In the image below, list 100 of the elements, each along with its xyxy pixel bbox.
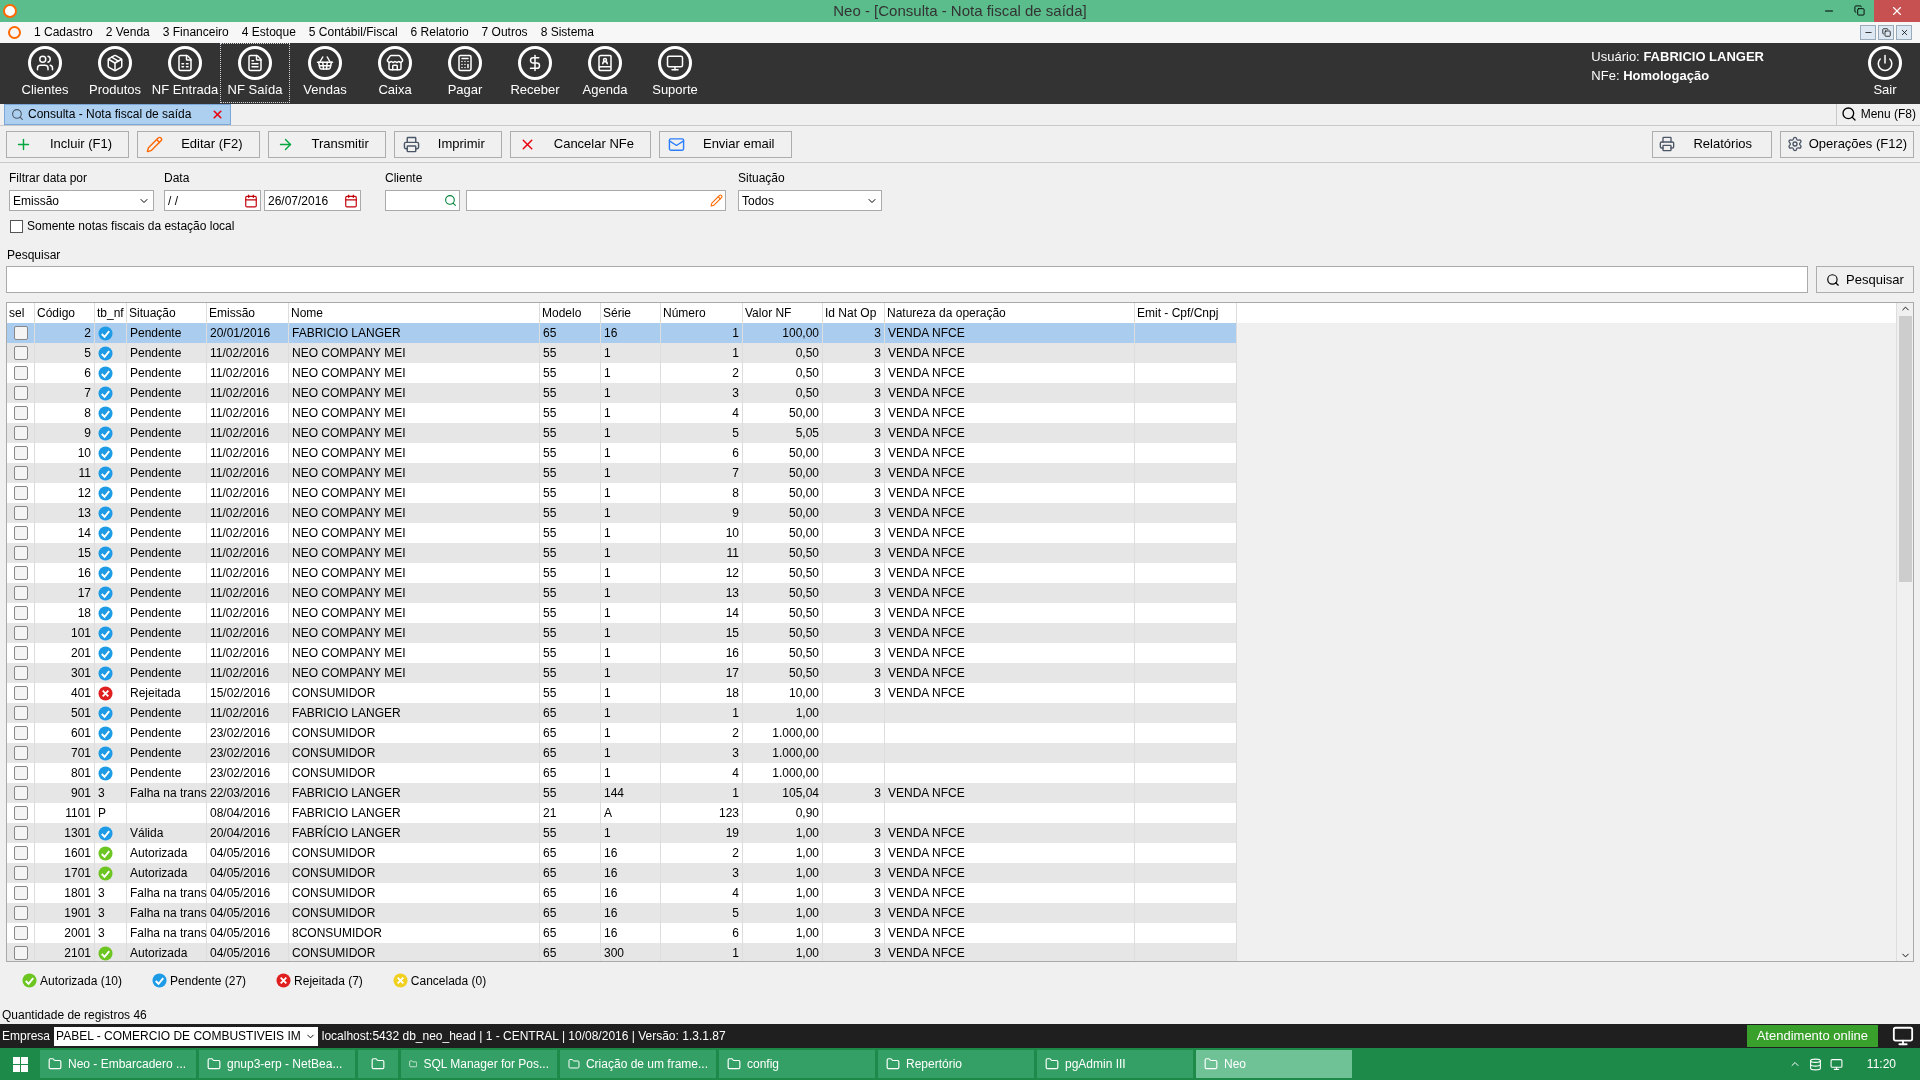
row-checkbox[interactable] (13, 546, 28, 561)
exit-button[interactable]: Sair (1860, 46, 1910, 100)
row-checkbox[interactable] (13, 666, 28, 681)
row-checkbox[interactable] (13, 466, 28, 481)
client-code-field[interactable] (385, 190, 460, 212)
menu-item[interactable]: 1 Cadastro (34, 23, 93, 42)
row-checkbox[interactable] (13, 706, 28, 721)
row-checkbox[interactable] (13, 826, 28, 841)
scrollbar-thumb[interactable] (1898, 316, 1912, 583)
date-field[interactable]: / / (164, 190, 261, 212)
table-row[interactable]: 5 Pendente 11/02/2016 NEO COMPANY MEI 55 1 1 0,50 3 VENDA NFCE (7, 343, 1237, 364)
table-row[interactable]: 201 Pendente 11/02/2016 NEO COMPANY MEI 55 1 16 50,50 3 VENDA NFCE (7, 643, 1237, 664)
table-row[interactable]: 501 Pendente 11/02/2016 FABRICIO LANGER 65 1 1 1,00 (7, 703, 1237, 724)
table-row[interactable]: 2 Pendente 20/01/2016 FABRICIO LANGER 65 16 1 100,00 3 VENDA NFCE (7, 323, 1237, 344)
row-checkbox[interactable] (13, 586, 28, 601)
table-row[interactable]: 10 Pendente 11/02/2016 NEO COMPANY MEI 55 1 6 50,00 3 VENDA NFCE (7, 443, 1237, 464)
table-row[interactable]: 11 Pendente 11/02/2016 NEO COMPANY MEI 55 1 7 50,00 3 VENDA NFCE (7, 463, 1237, 484)
row-checkbox[interactable] (13, 446, 28, 461)
scrollbar[interactable] (1896, 303, 1913, 961)
search-field[interactable] (6, 266, 1808, 294)
toolbar-button[interactable]: Suporte (640, 43, 710, 104)
table-row[interactable]: 1801 3 Falha na trans 04/05/2016 CONSUMIDOR 65 16 4 1,00 3 VENDA NFCE (7, 883, 1237, 904)
document-tab[interactable]: Consulta - Nota fiscal de saída (4, 103, 232, 125)
toolbar-button[interactable]: Produtos (80, 43, 150, 104)
action-button[interactable]: Operações (F12) (1779, 130, 1914, 158)
action-button[interactable]: Transmitir (267, 130, 386, 158)
table-row[interactable]: 8 Pendente 11/02/2016 NEO COMPANY MEI 55 1 4 50,00 3 VENDA NFCE (7, 403, 1237, 424)
toolbar-button[interactable]: Agenda (570, 43, 640, 104)
table-row[interactable]: 1101 P 08/04/2016 FABRICIO LANGER 21 A 123 0,90 (7, 803, 1237, 824)
toolbar-button[interactable]: Pagar (430, 43, 500, 104)
table-row[interactable]: 6 Pendente 11/02/2016 NEO COMPANY MEI 55 1 2 0,50 3 VENDA NFCE (7, 363, 1237, 384)
table-row[interactable]: 16 Pendente 11/02/2016 NEO COMPANY MEI 55 1 12 50,50 3 VENDA NFCE (7, 563, 1237, 584)
date-field[interactable]: 26/07/2016 (264, 190, 361, 212)
action-button[interactable]: Enviar email (658, 130, 792, 158)
table-row[interactable]: 18 Pendente 11/02/2016 NEO COMPANY MEI 55 1 14 50,50 3 VENDA NFCE (7, 603, 1237, 624)
action-button[interactable]: Editar (F2) (137, 130, 260, 158)
action-button[interactable]: Relatórios (1651, 130, 1772, 158)
table-row[interactable]: 1901 3 Falha na trans 04/05/2016 CONSUMIDOR 65 16 5 1,00 3 VENDA NFCE (7, 903, 1237, 924)
toolbar-button[interactable]: Clientes (10, 43, 80, 104)
taskbar-item[interactable] (358, 1050, 398, 1079)
row-checkbox[interactable] (13, 946, 28, 961)
row-checkbox[interactable] (13, 886, 28, 901)
toolbar-button[interactable]: Vendas (290, 43, 360, 104)
table-row[interactable]: 901 3 Falha na trans 22/03/2016 FABRICIO LANGER 55 144 1 105,04 3 VENDA NFCE (7, 783, 1237, 804)
row-checkbox[interactable] (13, 486, 28, 501)
row-checkbox[interactable] (13, 766, 28, 781)
table-row[interactable]: 12 Pendente 11/02/2016 NEO COMPANY MEI 55 1 8 50,00 3 VENDA NFCE (7, 483, 1237, 504)
row-checkbox[interactable] (13, 866, 28, 881)
row-checkbox[interactable] (13, 526, 28, 541)
table-row[interactable]: 14 Pendente 11/02/2016 NEO COMPANY MEI 55 1 10 50,00 3 VENDA NFCE (7, 523, 1237, 544)
row-checkbox[interactable] (13, 506, 28, 521)
row-checkbox[interactable] (13, 386, 28, 401)
table-row[interactable]: 15 Pendente 11/02/2016 NEO COMPANY MEI 55 1 11 50,50 3 VENDA NFCE (7, 543, 1237, 564)
table-row[interactable]: 13 Pendente 11/02/2016 NEO COMPANY MEI 55 1 9 50,00 3 VENDA NFCE (7, 503, 1237, 524)
search-button[interactable]: Pesquisar (1816, 266, 1914, 294)
table-row[interactable]: 1701 Autorizada 04/05/2016 CONSUMIDOR 65 16 3 1,00 3 VENDA NFCE (7, 863, 1237, 884)
table-row[interactable]: 2101 Autorizada 04/05/2016 CONSUMIDOR 65 300 1 1,00 3 VENDA NFCE (7, 943, 1237, 961)
toolbar-button[interactable]: NF Entrada (150, 43, 220, 104)
toolbar-button[interactable]: NF Saída (220, 43, 290, 104)
row-checkbox[interactable] (13, 686, 28, 701)
table-row[interactable]: 17 Pendente 11/02/2016 NEO COMPANY MEI 55 1 13 50,50 3 VENDA NFCE (7, 583, 1237, 604)
row-checkbox[interactable] (13, 746, 28, 761)
menu-item[interactable]: 4 Estoque (241, 23, 296, 42)
row-checkbox[interactable] (13, 926, 28, 941)
checkbox[interactable] (10, 219, 23, 233)
row-checkbox[interactable] (13, 326, 28, 341)
row-checkbox[interactable] (13, 406, 28, 421)
status-dropdown[interactable]: Todos (738, 190, 882, 212)
table-row[interactable]: 701 Pendente 23/02/2016 CONSUMIDOR 65 1 3 1.000,00 (7, 743, 1237, 764)
close-button[interactable] (1896, 24, 1912, 40)
menu-item[interactable]: 2 Venda (105, 23, 150, 42)
row-checkbox[interactable] (13, 726, 28, 741)
table-row[interactable]: 1301 Válida 20/04/2016 FABRÍCIO LANGER 55 1 19 1,00 3 VENDA NFCE (7, 823, 1237, 844)
row-checkbox[interactable] (13, 346, 28, 361)
menu-item[interactable]: 8 Sistema (540, 23, 594, 42)
restore-button[interactable] (1878, 24, 1894, 40)
menu-item[interactable]: 3 Financeiro (162, 23, 229, 42)
table-row[interactable]: 301 Pendente 11/02/2016 NEO COMPANY MEI 55 1 17 50,50 3 VENDA NFCE (7, 663, 1237, 684)
menu-search-button[interactable]: Menu (F8) (1835, 103, 1920, 125)
table-row[interactable]: 9 Pendente 11/02/2016 NEO COMPANY MEI 55 1 5 5,05 3 VENDA NFCE (7, 423, 1237, 444)
table-row[interactable]: 601 Pendente 23/02/2016 CONSUMIDOR 65 1 2 1.000,00 (7, 723, 1237, 744)
table-row[interactable]: 801 Pendente 23/02/2016 CONSUMIDOR 65 1 4 1.000,00 (7, 763, 1237, 784)
table-row[interactable]: 2001 3 Falha na trans 04/05/2016 8CONSUMIDOR 65 16 6 1,00 3 VENDA NFCE (7, 923, 1237, 944)
row-checkbox[interactable] (13, 606, 28, 621)
action-button[interactable]: Incluir (F1) (6, 130, 130, 158)
row-checkbox[interactable] (13, 906, 28, 921)
menu-item[interactable]: 7 Outros (481, 23, 528, 42)
company-dropdown[interactable]: PABEL - COMERCIO DE COMBUSTIVEIS IM (54, 1026, 318, 1046)
table-row[interactable]: 101 Pendente 11/02/2016 NEO COMPANY MEI 55 1 15 50,50 3 VENDA NFCE (7, 623, 1237, 644)
table-row[interactable]: 7 Pendente 11/02/2016 NEO COMPANY MEI 55 1 3 0,50 3 VENDA NFCE (7, 383, 1237, 404)
action-button[interactable]: Imprimir (393, 130, 502, 158)
row-checkbox[interactable] (13, 566, 28, 581)
row-checkbox[interactable] (13, 806, 28, 821)
row-checkbox[interactable] (13, 786, 28, 801)
menu-item[interactable]: 5 Contábil/Fiscal (308, 23, 398, 42)
date-filter-dropdown[interactable]: Emissão (9, 190, 154, 212)
row-checkbox[interactable] (13, 626, 28, 641)
table-row[interactable]: 401 Rejeitada 15/02/2016 CONSUMIDOR 55 1 18 10,00 3 VENDA NFCE (7, 683, 1237, 704)
client-name-field[interactable] (466, 190, 726, 212)
menu-item[interactable]: 6 Relatorio (410, 23, 469, 42)
